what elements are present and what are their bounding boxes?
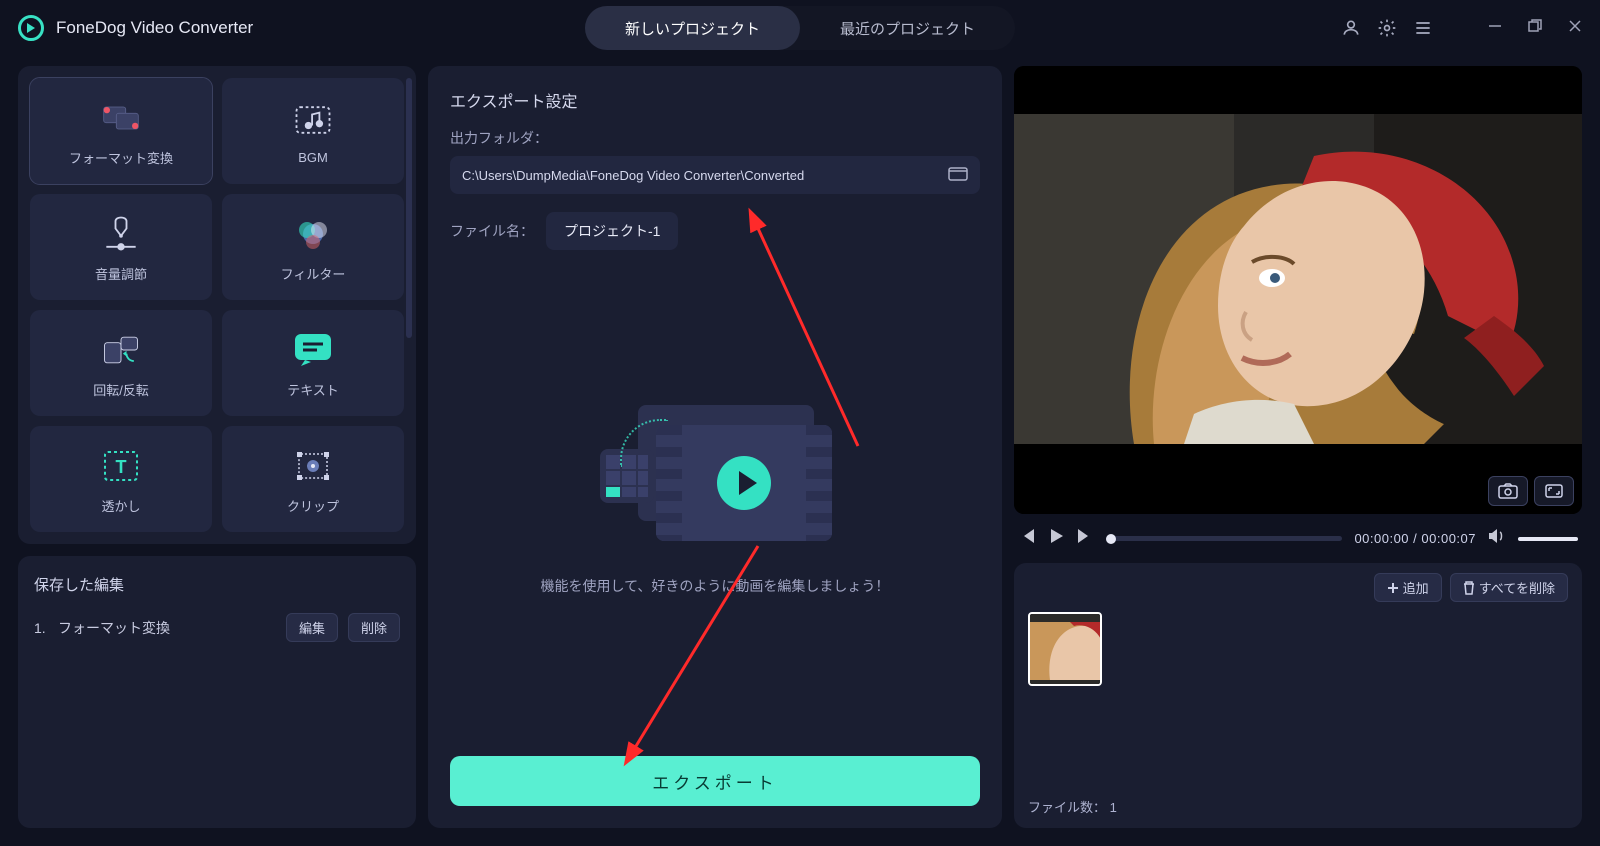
file-panel: 追加 すべてを削除 ファイル数： 1 xyxy=(1014,563,1582,828)
file-thumbnail[interactable] xyxy=(1028,612,1102,686)
timeline-slider[interactable] xyxy=(1106,536,1342,541)
titlebar: FoneDog Video Converter 新しいプロジェクト 最近のプロジ… xyxy=(0,0,1600,56)
export-title: エクスポート設定 xyxy=(450,88,980,112)
hint-text: 機能を使用して、好きのように動画を編集しましょう！ xyxy=(541,575,890,597)
header-actions xyxy=(1340,17,1582,39)
export-button[interactable]: エクスポート xyxy=(450,756,980,806)
tool-label: クリップ xyxy=(287,496,339,515)
play-button[interactable] xyxy=(1048,528,1064,549)
saved-edits-panel: 保存した編集 1. フォーマット変換 編集 削除 xyxy=(18,556,416,828)
saved-item-name: フォーマット変換 xyxy=(58,618,276,638)
watermark-icon: T xyxy=(99,444,143,488)
tool-filter[interactable]: フィルター xyxy=(222,194,404,300)
rotate-icon xyxy=(99,328,143,372)
saved-edits-title: 保存した編集 xyxy=(34,574,400,595)
volume-slider[interactable] xyxy=(1518,537,1578,541)
app-title: FoneDog Video Converter xyxy=(56,18,253,38)
tool-rotate[interactable]: 回転/反転 xyxy=(30,310,212,416)
hamburger-icon[interactable] xyxy=(1412,17,1434,39)
format-convert-icon xyxy=(99,96,143,140)
tool-label: BGM xyxy=(298,150,328,165)
tool-watermark[interactable]: T 透かし xyxy=(30,426,212,532)
tool-label: フォーマット変換 xyxy=(69,148,173,167)
tool-label: 音量調節 xyxy=(95,264,147,283)
scrollbar-thumb[interactable] xyxy=(406,78,412,338)
tab-new-project[interactable]: 新しいプロジェクト xyxy=(585,6,800,50)
tool-text[interactable]: テキスト xyxy=(222,310,404,416)
volume-icon xyxy=(99,212,143,256)
export-panel: エクスポート設定 出力フォルダ： C:\Users\DumpMedia\Fone… xyxy=(428,66,1002,828)
file-count: ファイル数： 1 xyxy=(1028,797,1568,816)
output-folder-field[interactable]: C:\Users\DumpMedia\FoneDog Video Convert… xyxy=(450,156,980,194)
close-button[interactable] xyxy=(1568,19,1582,38)
saved-edit-row: 1. フォーマット変換 編集 削除 xyxy=(34,613,400,642)
project-tabs: 新しいプロジェクト 最近のプロジェクト xyxy=(585,6,1015,50)
filter-icon xyxy=(291,212,335,256)
snapshot-button[interactable] xyxy=(1488,476,1528,506)
window-controls xyxy=(1488,19,1582,38)
tool-label: フィルター xyxy=(281,264,346,283)
filename-input[interactable]: プロジェクト-1 xyxy=(546,212,678,250)
bgm-icon xyxy=(291,98,335,142)
prev-frame-button[interactable] xyxy=(1018,529,1036,548)
fullscreen-button[interactable] xyxy=(1534,476,1574,506)
tool-grid: フォーマット変換 BGM 音量調節 フィルター xyxy=(18,66,416,544)
tool-label: テキスト xyxy=(287,380,339,399)
delete-button[interactable]: 削除 xyxy=(348,613,400,642)
browse-folder-icon[interactable] xyxy=(948,165,968,186)
next-frame-button[interactable] xyxy=(1076,529,1094,548)
tool-clip[interactable]: クリップ xyxy=(222,426,404,532)
delete-all-button[interactable]: すべてを削除 xyxy=(1450,573,1568,602)
add-file-button[interactable]: 追加 xyxy=(1374,573,1442,602)
account-icon[interactable] xyxy=(1340,17,1362,39)
gear-icon[interactable] xyxy=(1376,17,1398,39)
minimize-button[interactable] xyxy=(1488,19,1502,38)
player-controls: 00:00:00 / 00:00:07 xyxy=(1014,524,1582,553)
filename-label: ファイル名： xyxy=(450,221,534,241)
video-preview xyxy=(1014,66,1582,514)
tool-volume[interactable]: 音量調節 xyxy=(30,194,212,300)
svg-text:T: T xyxy=(116,457,127,477)
text-icon xyxy=(291,328,335,372)
output-folder-path: C:\Users\DumpMedia\FoneDog Video Convert… xyxy=(462,168,948,183)
illustration: 機能を使用して、好きのように動画を編集しましょう！ xyxy=(450,250,980,738)
tool-format-convert[interactable]: フォーマット変換 xyxy=(30,78,212,184)
maximize-button[interactable] xyxy=(1528,19,1542,38)
tool-label: 透かし xyxy=(101,496,140,515)
clip-icon xyxy=(291,444,335,488)
preview-image xyxy=(1014,66,1582,514)
filename-row: ファイル名： プロジェクト-1 xyxy=(450,212,980,250)
time-display: 00:00:00 / 00:00:07 xyxy=(1354,531,1476,546)
output-folder-label: 出力フォルダ： xyxy=(450,128,980,148)
tool-bgm[interactable]: BGM xyxy=(222,78,404,184)
tool-label: 回転/反転 xyxy=(93,380,149,399)
tab-recent-projects[interactable]: 最近のプロジェクト xyxy=(800,6,1015,50)
app-logo-icon xyxy=(18,15,44,41)
play-illustration-icon xyxy=(717,456,771,510)
edit-button[interactable]: 編集 xyxy=(286,613,338,642)
saved-item-index: 1. xyxy=(34,620,48,636)
volume-icon[interactable] xyxy=(1488,528,1506,549)
